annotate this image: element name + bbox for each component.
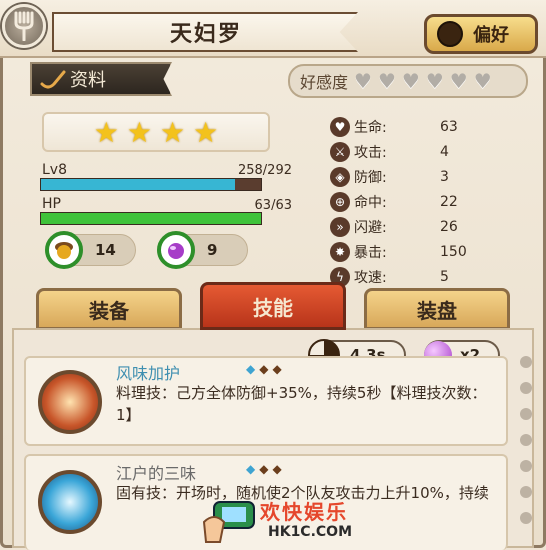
- exp-bar: [40, 178, 262, 191]
- skill-card[interactable]: 风味加护 ◆◆◆ 料理技：己方全体防御+35%，持续5秒【料理技次数：1】: [24, 356, 508, 446]
- skill-name: 江户的三味: [116, 464, 197, 483]
- dodge-icon: »: [330, 216, 350, 237]
- scroll-dot: [520, 486, 532, 498]
- heart-icon: ♥: [449, 69, 468, 93]
- tab-equipment[interactable]: 装备: [36, 288, 182, 330]
- star-icon: ★: [126, 115, 152, 149]
- attribute-list: ♥ 生命: 63 ⚔ 攻击: 4 ◈ 防御: 3 ⊕ 命中: 22 » 闪避: …: [330, 114, 520, 289]
- hp-bar-fill: [41, 213, 261, 224]
- attr-row-defense: ◈ 防御: 3: [330, 164, 520, 189]
- gamepad-hand-icon: [202, 501, 255, 543]
- character-name: 天妇罗: [169, 22, 242, 47]
- info-tab-label: 资料: [70, 70, 106, 91]
- hp-label: HP: [42, 196, 61, 212]
- attr-name: 攻击:: [354, 144, 387, 161]
- attr-row-critical: ✸ 暴击: 150: [330, 239, 520, 264]
- exp-value: 258/292: [237, 163, 292, 178]
- heart-icon: ♥: [401, 69, 420, 93]
- watermark-url: HK1C.COM: [268, 524, 353, 540]
- attr-value: 3: [440, 168, 449, 185]
- attr-value: 5: [440, 268, 449, 285]
- scroll-dot: [520, 434, 532, 446]
- attr-row-accuracy: ⊕ 命中: 22: [330, 189, 520, 214]
- favor-bar: 好感度 ♥ ♥ ♥ ♥ ♥ ♥: [288, 64, 528, 98]
- heart-icon: ♥: [377, 69, 396, 93]
- tab-skills-label: 技能: [253, 295, 293, 320]
- fork-icon[interactable]: [2, 4, 46, 48]
- star-rating: ★ ★ ★ ★: [42, 112, 270, 152]
- attr-name: 生命:: [354, 119, 387, 136]
- gem-count: 9: [207, 241, 218, 259]
- acorn-item[interactable]: 14: [45, 231, 136, 269]
- purple-gem-icon: [157, 231, 195, 269]
- attr-value: 150: [440, 243, 467, 260]
- heart-icon: ♥: [425, 69, 444, 93]
- ladle-icon: [40, 70, 66, 89]
- preference-button[interactable]: 偏好: [424, 14, 538, 54]
- acorn-icon: [45, 231, 83, 269]
- sparkle-skill-icon: [38, 470, 102, 534]
- tab-plate[interactable]: 装盘: [364, 288, 510, 330]
- level-label: Lv8: [42, 162, 67, 178]
- gem-item[interactable]: 9: [157, 231, 248, 269]
- star-icon: ★: [193, 115, 219, 149]
- watermark: 欢快娱乐 HK1C.COM: [200, 492, 380, 546]
- tab-plate-label: 装盘: [417, 298, 457, 323]
- attr-row-hp: ♥ 生命: 63: [330, 114, 520, 139]
- scroll-dot: [520, 382, 532, 394]
- acorn-count: 14: [95, 241, 116, 259]
- watermark-text: 欢快娱乐: [260, 500, 348, 524]
- star-icon: ★: [160, 115, 186, 149]
- title-ribbon: 天妇罗: [52, 12, 358, 52]
- attr-row-speed: ϟ 攻速: 5: [330, 264, 520, 289]
- attr-value: 63: [440, 118, 458, 135]
- attr-row-attack: ⚔ 攻击: 4: [330, 139, 520, 164]
- star-icon: ★: [93, 115, 119, 149]
- critical-icon: ✸: [330, 241, 350, 262]
- flavor-skill-icon: [38, 370, 102, 434]
- stats-panel: ★ ★ ★ ★ Lv8 258/292 HP 63/63 14 9: [30, 106, 326, 278]
- skill-diamonds: ◆◆◆: [246, 462, 286, 476]
- attr-name: 闪避:: [354, 219, 387, 236]
- exp-bar-fill: [41, 179, 236, 190]
- hp-value: 63/63: [254, 198, 292, 213]
- hp-bar: [40, 212, 262, 225]
- shield-icon: ◈: [330, 166, 350, 187]
- attr-value: 22: [440, 193, 458, 210]
- tab-skills[interactable]: 技能: [200, 282, 346, 330]
- attr-value: 26: [440, 218, 458, 235]
- scroll-dot: [520, 356, 532, 368]
- sword-icon: ⚔: [330, 141, 350, 162]
- favor-hearts: ♥ ♥ ♥ ♥ ♥ ♥: [354, 69, 498, 93]
- preference-icon: [437, 21, 463, 47]
- preference-label: 偏好: [473, 25, 509, 46]
- crosshair-icon: ⊕: [330, 191, 350, 212]
- attr-name: 攻速:: [354, 269, 387, 286]
- skill-description: 料理技：己方全体防御+35%，持续5秒【料理技次数：1】: [116, 384, 487, 424]
- heart-icon: ♥: [330, 116, 350, 137]
- scroll-dot: [520, 512, 532, 524]
- heart-icon: ♥: [354, 69, 372, 93]
- favor-label: 好感度: [300, 73, 349, 92]
- scroll-dot: [520, 460, 532, 472]
- info-tab[interactable]: 资料: [30, 62, 172, 96]
- header: 天妇罗 偏好: [0, 0, 546, 58]
- attr-name: 暴击:: [354, 244, 387, 261]
- attr-value: 4: [440, 143, 449, 160]
- skill-diamonds: ◆◆◆: [246, 362, 286, 376]
- attr-name: 防御:: [354, 169, 387, 186]
- heart-icon: ♥: [473, 69, 492, 93]
- attr-name: 命中:: [354, 194, 387, 211]
- scroll-dot: [520, 408, 532, 420]
- attr-row-dodge: » 闪避: 26: [330, 214, 520, 239]
- tab-equipment-label: 装备: [89, 298, 129, 323]
- skill-name: 风味加护: [116, 364, 181, 383]
